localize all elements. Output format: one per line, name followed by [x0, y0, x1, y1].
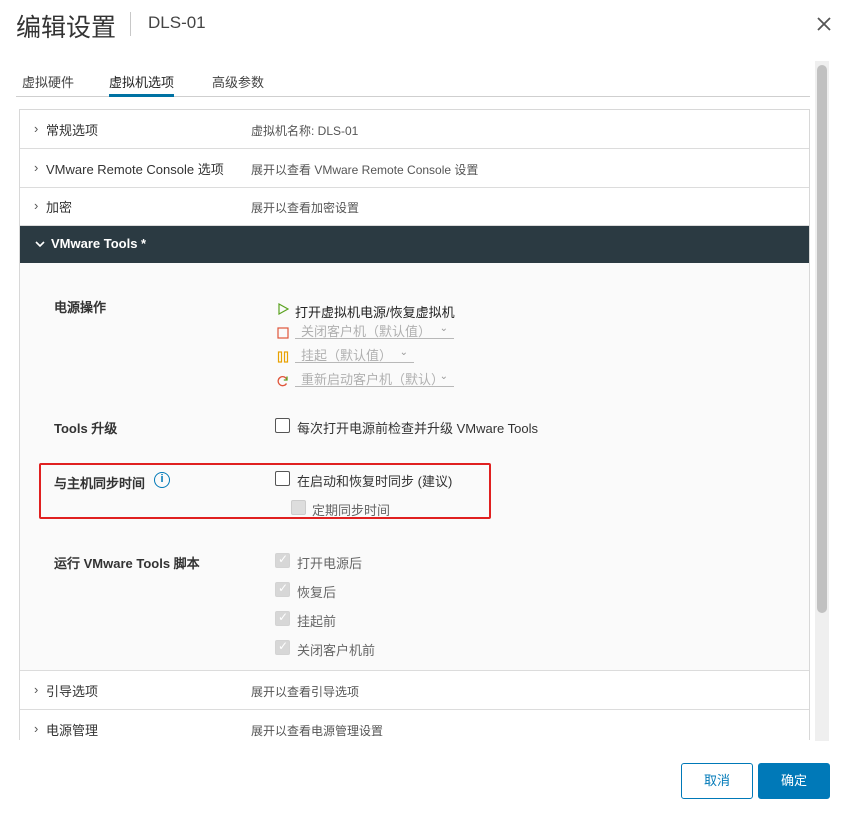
row-vmrc-desc: 展开以查看 VMware Remote Console 设置: [251, 163, 479, 177]
settings-panel: › 常规选项 虚拟机名称: DLS-01 › VMware Remote Con…: [19, 109, 810, 740]
tools-upgrade-checkbox[interactable]: [275, 418, 290, 433]
chevron-down-icon: ⌄: [399, 347, 408, 358]
row-vmrc-options[interactable]: › VMware Remote Console 选项 展开以查看 VMware …: [20, 149, 809, 188]
tab-vm-options[interactable]: 虚拟机选项: [109, 70, 175, 97]
row-vmware-tools-header[interactable]: VMware Tools *: [20, 226, 809, 263]
vm-name: DLS-01: [148, 13, 206, 32]
cancel-button[interactable]: 取消: [681, 763, 753, 799]
pause-icon: [277, 351, 289, 363]
row-boot-options[interactable]: › 引导选项 展开以查看引导选项: [20, 671, 809, 710]
highlight-box: [39, 463, 491, 519]
chevron-right-icon: ›: [34, 121, 39, 136]
chevron-right-icon: ›: [34, 198, 39, 213]
play-icon: [278, 303, 289, 315]
chevron-down-icon: ⌄: [439, 323, 448, 334]
close-icon[interactable]: [813, 13, 835, 35]
row-encryption-desc: 展开以查看加密设置: [251, 201, 360, 215]
stop-icon: [277, 327, 289, 339]
row-power-mgmt-desc: 展开以查看电源管理设置: [251, 724, 384, 738]
row-boot-desc: 展开以查看引导选项: [251, 685, 360, 699]
script-checkbox-power-on: [275, 552, 290, 568]
chevron-down-icon: [35, 241, 45, 248]
row-general-desc: 虚拟机名称: DLS-01: [251, 124, 359, 138]
row-power-management[interactable]: › 电源管理 展开以查看电源管理设置: [20, 710, 809, 740]
row-general-label: 常规选项: [46, 123, 99, 138]
tools-upgrade-label: Tools 升级: [54, 421, 118, 436]
chevron-right-icon: ›: [34, 721, 39, 736]
tools-upgrade-text: 每次打开电源前检查并升级 VMware Tools: [297, 421, 539, 436]
scrollbar-thumb[interactable]: [817, 65, 827, 613]
row-vmrc-label: VMware Remote Console 选项: [46, 162, 224, 177]
row-vmware-tools-label: VMware Tools *: [51, 236, 147, 251]
power-on-action: 打开虚拟机电源/恢复虚拟机: [295, 305, 455, 320]
shutdown-dropdown: 关闭客户机（默认值） ⌄: [295, 321, 454, 339]
chevron-right-icon: ›: [34, 160, 39, 175]
row-power-mgmt-label: 电源管理: [46, 723, 99, 738]
dialog-title: 编辑设置: [16, 14, 117, 42]
title-separator: [130, 12, 131, 36]
row-general-options[interactable]: › 常规选项 虚拟机名称: DLS-01: [20, 110, 809, 149]
suspend-dropdown: 挂起（默认值） ⌄: [295, 345, 414, 363]
restart-dropdown-value: 重新启动客户机（默认）: [301, 372, 445, 387]
script-checkbox-shutdown: [275, 639, 290, 655]
chevron-right-icon: ›: [34, 682, 39, 697]
script-text-shutdown: 关闭客户机前: [297, 643, 376, 658]
script-checkbox-suspend: [275, 610, 290, 626]
row-encryption-label: 加密: [46, 200, 73, 215]
restart-icon: [277, 376, 288, 387]
suspend-dropdown-value: 挂起（默认值）: [301, 348, 393, 363]
chevron-down-icon: ⌄: [439, 371, 448, 382]
restart-dropdown: 重新启动客户机（默认） ⌄: [295, 369, 454, 387]
row-boot-label: 引导选项: [46, 684, 99, 699]
scripts-label: 运行 VMware Tools 脚本: [54, 556, 200, 571]
shutdown-dropdown-value: 关闭客户机（默认值）: [301, 324, 432, 339]
tab-bar: 虚拟硬件 虚拟机选项 高级参数: [16, 70, 810, 97]
script-text-suspend: 挂起前: [297, 614, 337, 629]
row-encryption[interactable]: › 加密 展开以查看加密设置: [20, 188, 809, 226]
script-text-power-on: 打开电源后: [297, 556, 363, 571]
tab-advanced-parameters[interactable]: 高级参数: [212, 70, 264, 97]
script-text-resume: 恢复后: [297, 585, 337, 600]
power-ops-label: 电源操作: [54, 300, 107, 315]
tab-virtual-hardware[interactable]: 虚拟硬件: [22, 70, 74, 97]
script-checkbox-resume: [275, 581, 290, 597]
ok-button[interactable]: 确定: [758, 763, 830, 799]
